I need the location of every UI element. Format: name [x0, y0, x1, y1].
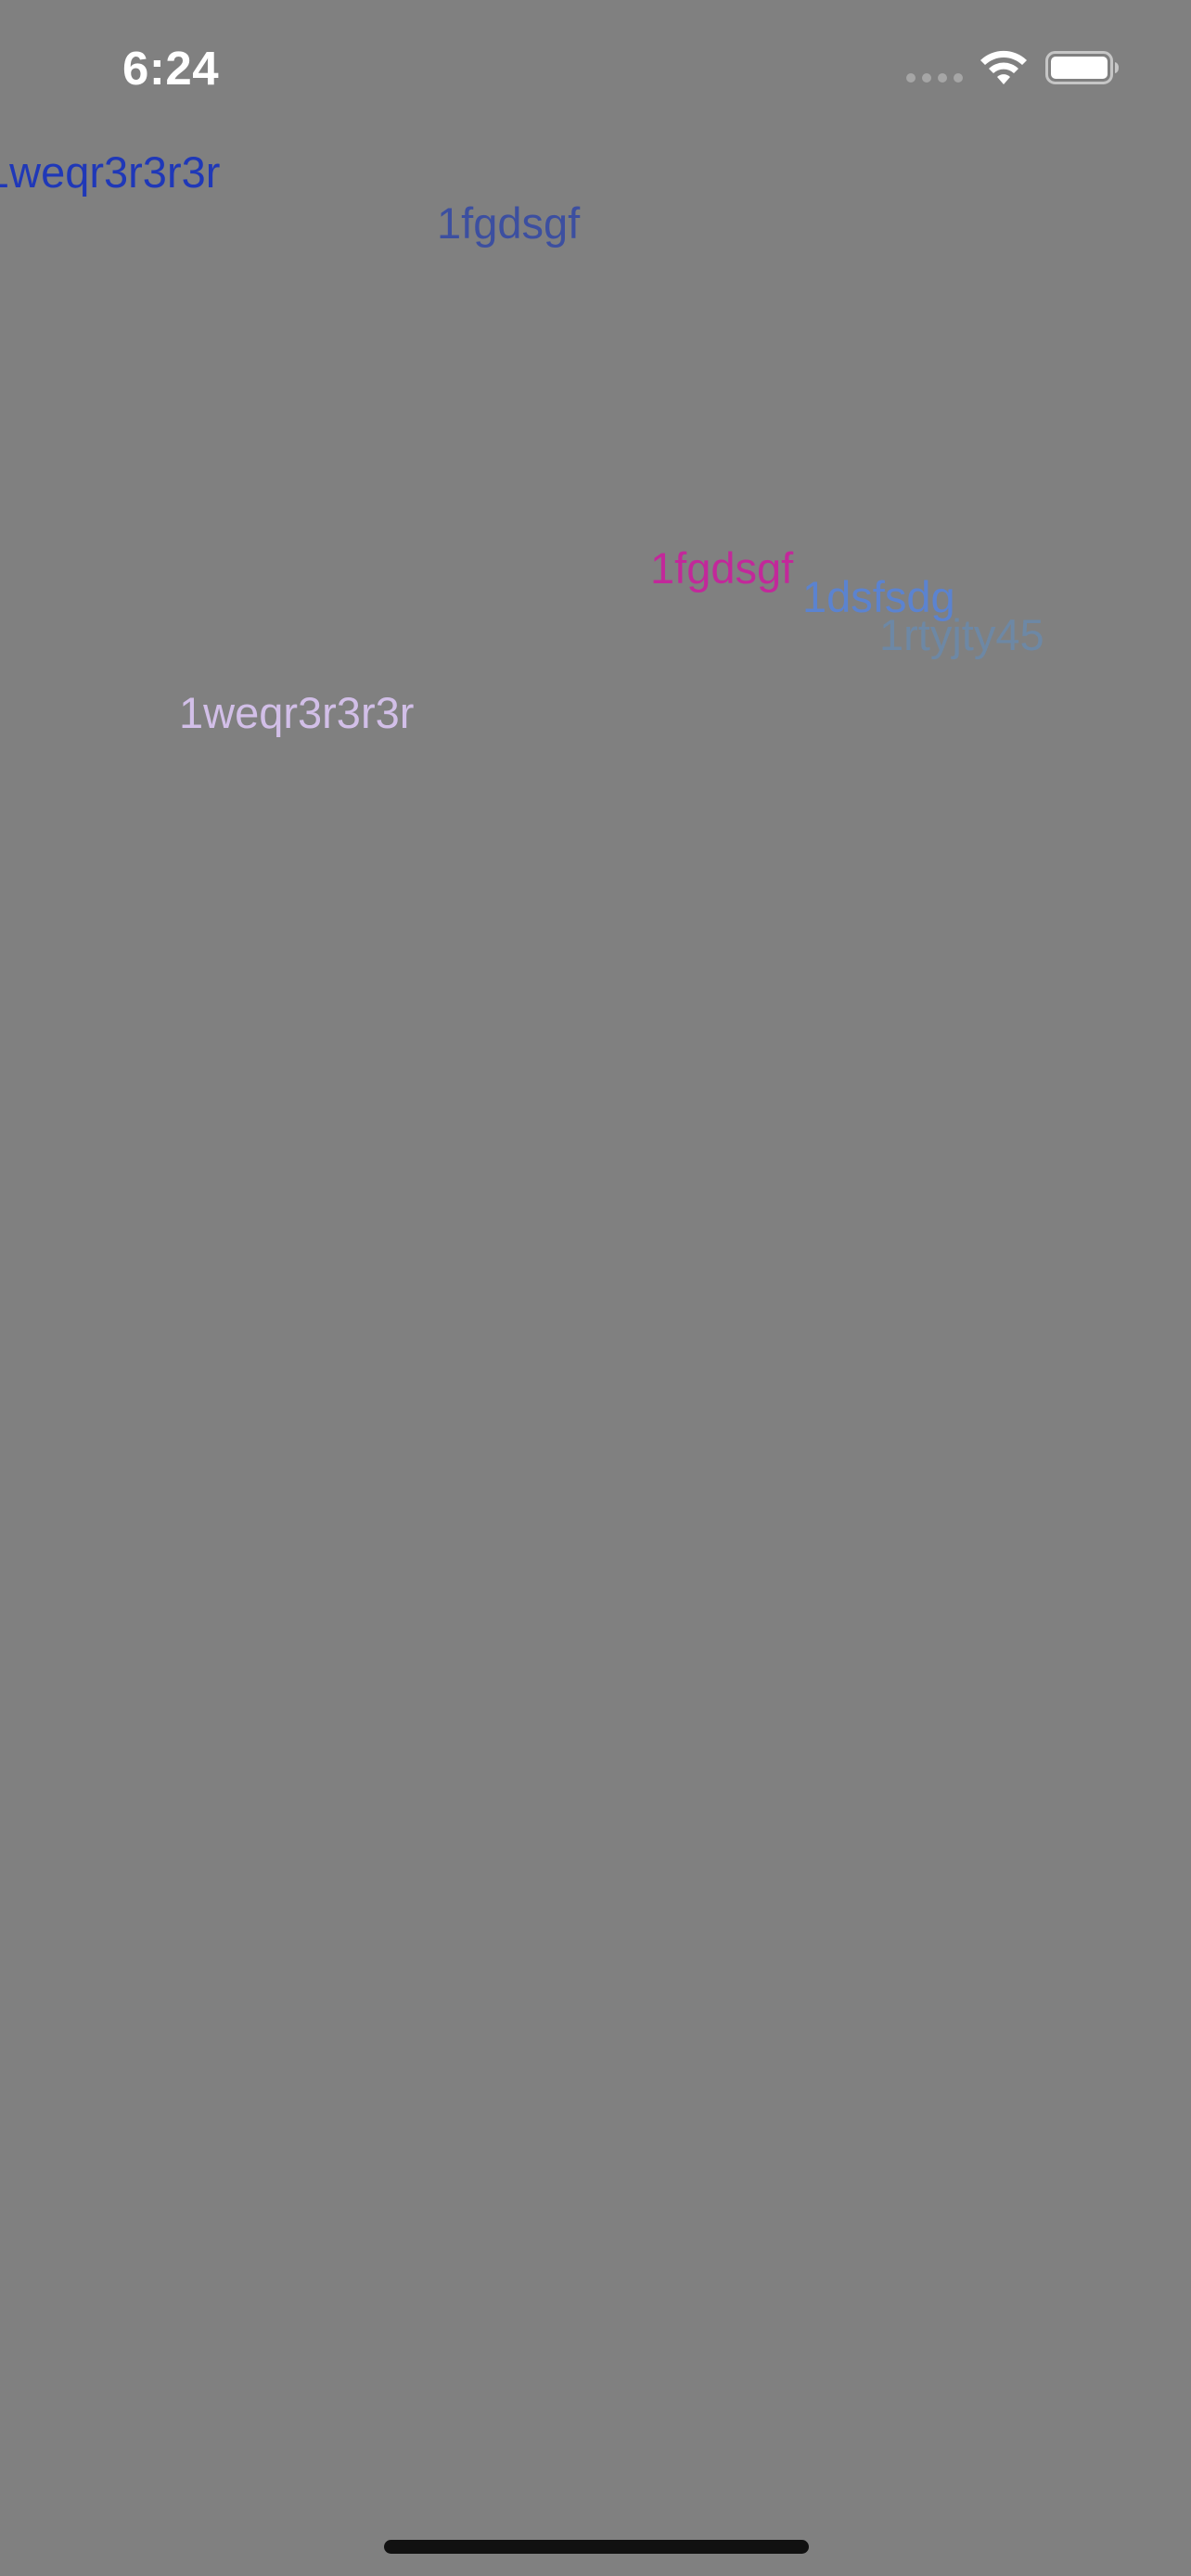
signal-dot [906, 73, 916, 83]
signal-dot [938, 73, 947, 83]
signal-dot [954, 73, 963, 83]
wifi-icon [980, 50, 1027, 84]
home-indicator[interactable] [384, 2540, 809, 2554]
floating-label: 1rtyjty45 [879, 610, 1044, 659]
signal-dot [922, 73, 931, 83]
floating-label: 1weqr3r3r3r [179, 688, 415, 737]
floating-label: 1weqr3r3r3r [0, 147, 221, 197]
floating-label: 1fgdsgf [437, 198, 581, 248]
app-screen: 6:24 1weqr3r3r3r 1fgdsgf 1fgdsgf 1dsfsdg… [0, 0, 1191, 2576]
cellular-signal-icon [906, 73, 964, 83]
status-bar-time: 6:24 [122, 42, 220, 95]
floating-label: 1fgdsgf [650, 543, 794, 593]
battery-full-icon [1045, 51, 1119, 84]
